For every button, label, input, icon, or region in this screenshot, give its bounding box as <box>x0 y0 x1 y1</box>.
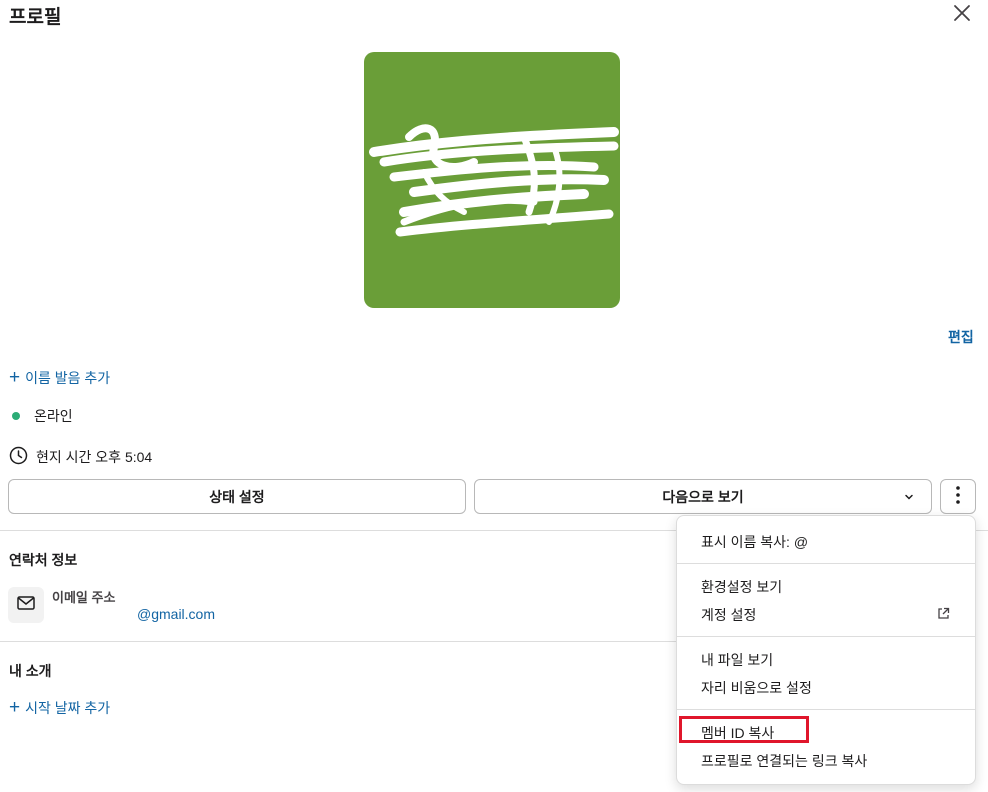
page-title: 프로필 <box>9 7 62 28</box>
local-time-label: 현지 시간 오후 5:04 <box>36 449 153 465</box>
menu-copy-profile-link[interactable]: 프로필로 연결되는 링크 복사 <box>701 751 867 771</box>
set-status-button[interactable]: 상태 설정 <box>8 479 466 514</box>
plus-icon: + <box>9 697 21 718</box>
presence-status-label: 온라인 <box>34 408 73 424</box>
view-as-button[interactable]: 다음으로 보기 <box>474 479 932 514</box>
external-link-icon <box>937 607 950 625</box>
contact-section-title: 연락처 정보 <box>9 552 78 568</box>
more-actions-button[interactable] <box>940 479 976 514</box>
email-icon-box <box>8 587 44 623</box>
mail-icon <box>17 595 35 615</box>
menu-separator <box>677 563 975 564</box>
menu-separator <box>677 636 975 637</box>
email-link[interactable]: @gmail.com <box>137 606 215 622</box>
set-status-label: 상태 설정 <box>209 488 265 505</box>
section-divider <box>0 641 676 642</box>
plus-icon: + <box>9 367 21 388</box>
display-name-redaction <box>815 530 863 552</box>
more-actions-menu: 표시 이름 복사: @ 환경설정 보기 계정 설정 내 파일 보기 자리 비움으… <box>676 515 976 785</box>
menu-view-preferences[interactable]: 환경설정 보기 <box>701 577 782 597</box>
menu-account-settings[interactable]: 계정 설정 <box>701 605 756 625</box>
edit-profile-link[interactable]: 편집 <box>948 327 974 347</box>
clock-icon <box>9 446 28 468</box>
menu-separator <box>677 709 975 710</box>
add-name-pronunciation-link[interactable]: + 이름 발음 추가 <box>9 368 110 388</box>
view-as-label: 다음으로 보기 <box>662 488 744 505</box>
local-time: 현지 시간 오후 5:04 <box>9 446 152 468</box>
close-icon[interactable] <box>951 2 973 24</box>
highlight-box <box>679 716 809 743</box>
about-section-title: 내 소개 <box>9 663 52 679</box>
add-start-date-label: 시작 날짜 추가 <box>25 700 111 716</box>
add-start-date-link[interactable]: + 시작 날짜 추가 <box>9 698 110 718</box>
avatar-redaction-scribble <box>369 124 619 237</box>
menu-set-away[interactable]: 자리 비움으로 설정 <box>701 678 812 698</box>
email-label: 이메일 주소 <box>52 590 116 605</box>
menu-copy-display-name[interactable]: 표시 이름 복사: @ <box>701 532 808 552</box>
online-dot-icon <box>12 412 20 420</box>
more-vertical-icon <box>956 486 960 507</box>
profile-avatar <box>364 52 620 308</box>
chevron-down-icon <box>903 490 915 506</box>
add-name-pronunciation-label: 이름 발음 추가 <box>25 370 111 386</box>
menu-view-my-files[interactable]: 내 파일 보기 <box>701 650 773 670</box>
presence-status: 온라인 <box>12 406 73 426</box>
